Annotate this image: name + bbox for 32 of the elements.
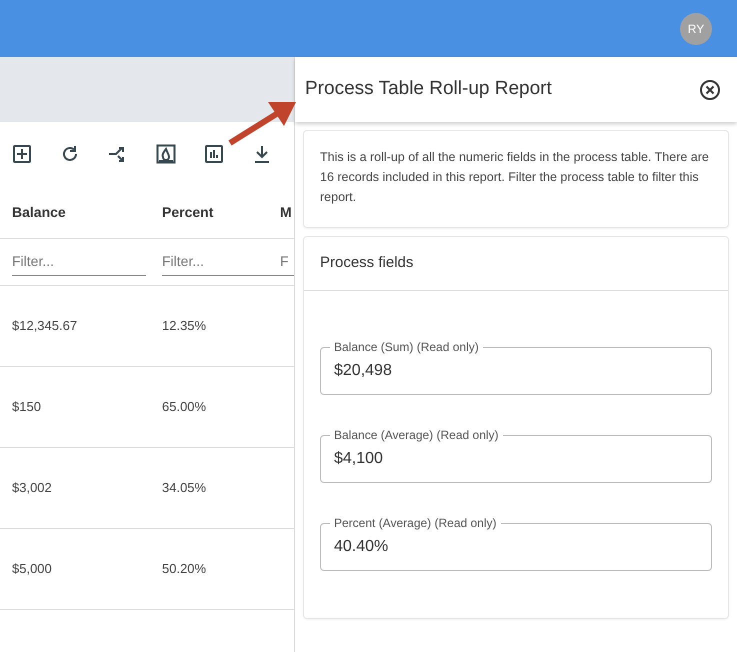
- description-text: This is a roll-up of all the numeric fields in the process table. There are 16 records included in this report. Filter the process table to filter this report.: [303, 130, 729, 228]
- download-icon[interactable]: [252, 144, 272, 164]
- table-cell: $12,345.67: [12, 318, 78, 334]
- field-value[interactable]: $4,100: [334, 443, 698, 471]
- filter-field[interactable]: Filter...: [12, 248, 146, 276]
- section-title: Process fields: [320, 253, 414, 274]
- table-cell: $5,000: [12, 561, 52, 576]
- add-icon[interactable]: [12, 144, 32, 164]
- field-value[interactable]: $20,498: [334, 355, 698, 383]
- filter-field[interactable]: F: [280, 248, 292, 276]
- table-cell: 12.35%: [162, 318, 206, 334]
- read-only-field[interactable]: Percent (Average) (Read only) 40.40%: [320, 515, 712, 571]
- field-label: Percent (Average) (Read only): [333, 515, 498, 531]
- panel-title: Process Table Roll-up Report: [305, 77, 552, 102]
- field-value[interactable]: 40.40%: [334, 531, 698, 559]
- table-cell: $150: [12, 399, 41, 414]
- table-cell: 50.20%: [162, 561, 206, 576]
- column-header[interactable]: Percent: [162, 204, 214, 220]
- field-label: Balance (Average) (Read only): [333, 427, 500, 443]
- read-only-field[interactable]: Balance (Sum) (Read only) $20,498: [320, 339, 712, 395]
- fire-icon[interactable]: [156, 144, 176, 164]
- close-icon: [699, 78, 721, 100]
- table-cell: $3,002: [12, 480, 52, 496]
- column-header[interactable]: Balance: [12, 204, 66, 220]
- read-only-field[interactable]: Balance (Average) (Read only) $4,100: [320, 427, 712, 483]
- field-label: Balance (Sum) (Read only): [333, 339, 480, 355]
- table-cell: 65.00%: [162, 399, 206, 414]
- column-header[interactable]: M: [280, 204, 292, 220]
- close-button[interactable]: [699, 78, 721, 100]
- table-cell: 34.05%: [162, 480, 206, 496]
- refresh-icon[interactable]: [60, 144, 80, 164]
- bar-chart-icon[interactable]: [204, 144, 224, 164]
